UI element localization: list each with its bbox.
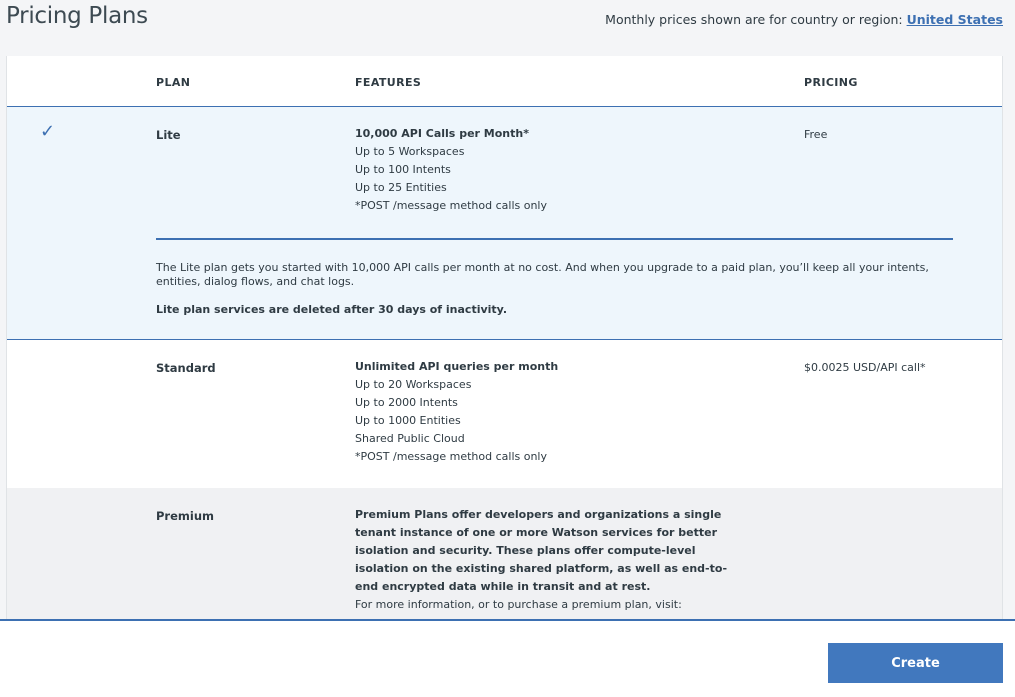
pricing-table: PLAN FEATURES PRICING ✓ Lite 10,000 API … — [6, 56, 1003, 620]
plan-name-lite: Lite — [156, 128, 181, 142]
region-link[interactable]: United States — [907, 12, 1003, 27]
plan-price-standard: $0.0025 USD/API call* — [804, 361, 926, 374]
feature-item: Unlimited API queries per month — [355, 360, 559, 373]
region-prefix: Monthly prices shown are for country or … — [605, 12, 907, 27]
feature-item: Up to 100 Intents — [355, 163, 451, 176]
plan-name-standard: Standard — [156, 361, 216, 375]
column-header-plan: PLAN — [156, 76, 191, 89]
footer-bar: Create — [0, 619, 1015, 697]
inactivity-notice: Lite plan services are deleted after 30 … — [156, 303, 508, 316]
plan-features-lite: 10,000 API Calls per Month* Up to 5 Work… — [355, 125, 547, 215]
plan-price-lite: Free — [804, 128, 828, 141]
feature-item: Up to 1000 Entities — [355, 414, 461, 427]
feature-item: Up to 20 Workspaces — [355, 378, 472, 391]
feature-item: Up to 25 Entities — [355, 181, 447, 194]
plan-features-premium: Premium Plans offer developers and organ… — [355, 506, 735, 614]
page-title: Pricing Plans — [6, 3, 148, 29]
create-button[interactable]: Create — [828, 643, 1003, 683]
premium-description: Premium Plans offer developers and organ… — [355, 508, 728, 593]
plan-row-standard[interactable]: Standard Unlimited API queries per month… — [7, 340, 1002, 488]
checkmark-icon: ✓ — [40, 121, 56, 142]
feature-item: 10,000 API Calls per Month* — [355, 127, 529, 140]
feature-item: Shared Public Cloud — [355, 432, 465, 445]
plan-row-premium[interactable]: Premium Premium Plans offer developers a… — [7, 488, 1002, 620]
premium-more-info: For more information, or to purchase a p… — [355, 598, 682, 611]
feature-item: Up to 5 Workspaces — [355, 145, 465, 158]
column-header-features: FEATURES — [355, 76, 422, 89]
feature-item: Up to 2000 Intents — [355, 396, 458, 409]
plan-features-standard: Unlimited API queries per month Up to 20… — [355, 358, 558, 466]
plan-name-premium: Premium — [156, 509, 214, 523]
plan-description-lite: The Lite plan gets you started with 10,0… — [156, 261, 929, 288]
feature-item: *POST /message method calls only — [355, 199, 548, 212]
plan-row-lite[interactable]: ✓ Lite 10,000 API Calls per Month* Up to… — [7, 106, 1002, 340]
region-info: Monthly prices shown are for country or … — [605, 12, 1003, 27]
divider — [156, 238, 953, 240]
column-header-pricing: PRICING — [804, 76, 858, 89]
feature-item: *POST /message method calls only — [355, 450, 548, 463]
